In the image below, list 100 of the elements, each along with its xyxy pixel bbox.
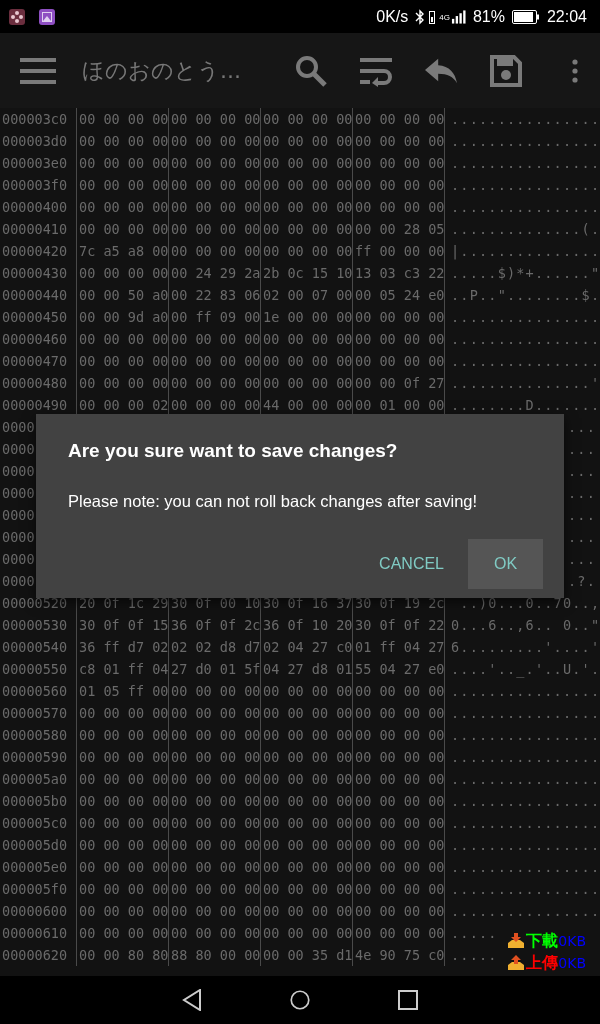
battery-percent: 81% [472, 7, 505, 26]
offset-cell: 00000490 [2, 397, 68, 413]
hex-cell: 00 00 00 00 [263, 111, 353, 127]
hex-cell: 00 00 00 00 [355, 331, 445, 347]
ascii-cell: ................ [451, 903, 600, 919]
hex-cell: 00 00 00 00 [263, 133, 353, 149]
battery-icon [511, 9, 540, 24]
offset-cell: 00000420 [2, 243, 68, 259]
offset-cell: 00000540 [2, 639, 68, 655]
ascii-cell: ................ [451, 683, 600, 699]
ascii-cell: ................ [451, 749, 600, 765]
hex-cell: 00 00 00 00 [79, 837, 169, 853]
recents-icon[interactable] [398, 989, 418, 1011]
hex-cell: 00 01 00 00 [355, 397, 445, 413]
hex-cell: 00 00 00 00 [79, 859, 169, 875]
ok-button[interactable]: OK [468, 539, 543, 589]
hex-cell: ff 00 00 00 [355, 243, 445, 259]
ascii-cell: ... [568, 551, 596, 567]
hex-cell: 00 00 00 00 [79, 749, 169, 765]
hex-cell: 36 0f 10 20 [263, 617, 353, 633]
offset-cell: 00000610 [2, 925, 68, 941]
hex-cell: 00 00 00 00 [171, 881, 261, 897]
hex-cell: 00 00 00 00 [171, 177, 261, 193]
small-battery-icon [429, 9, 436, 24]
hex-cell: 00 ff 09 00 [171, 309, 261, 325]
hex-cell: 00 00 00 00 [79, 727, 169, 743]
image-app-icon [39, 8, 55, 25]
ascii-cell: ..P.."........$. [451, 287, 600, 303]
hex-cell: 00 00 00 00 [355, 309, 445, 325]
hex-cell: 30 0f 16 37 [263, 595, 353, 611]
transfer-amount: 0KB [558, 933, 586, 949]
hex-cell: 00 00 00 00 [263, 881, 353, 897]
offset-cell: 00000410 [2, 221, 68, 237]
transfer-label: 下載 [526, 930, 559, 952]
menu-icon[interactable] [20, 57, 56, 84]
hex-cell: 1e 00 00 00 [263, 309, 353, 325]
hex-cell: 00 00 0f 27 [355, 375, 445, 391]
hex-cell: 00 00 00 00 [171, 353, 261, 369]
hex-cell: 7c a5 a8 00 [79, 243, 169, 259]
offset-cell: 0000 [2, 441, 35, 457]
hex-cell: 00 00 00 00 [263, 375, 353, 391]
hex-cell: 00 00 00 00 [171, 815, 261, 831]
hex-cell: 00 00 00 00 [79, 155, 169, 171]
hex-cell: 00 00 00 00 [263, 243, 353, 259]
offset-cell: 00000450 [2, 309, 68, 325]
ascii-cell-text: ..)0...0..70.., [459, 595, 600, 611]
hex-cell: 27 d0 01 5f [171, 661, 261, 677]
signal-icon [450, 9, 466, 24]
hex-cell: 00 00 00 00 [355, 903, 445, 919]
hex-cell: 00 00 00 00 [355, 353, 445, 369]
search-icon[interactable] [295, 54, 327, 87]
hex-cell: 00 00 00 00 [263, 683, 353, 699]
hex-cell: 30 0f 00 10 [171, 595, 261, 611]
transfer-label: 上傳 [526, 952, 559, 974]
ascii-cell: ................ [451, 815, 600, 831]
offset-cell: 00000550 [2, 661, 68, 677]
cancel-button[interactable]: CANCEL [375, 539, 448, 589]
ascii-cell: ... [568, 441, 596, 457]
hex-cell: 36 0f 0f 2c [171, 617, 261, 633]
hex-cell: 00 00 00 00 [263, 353, 353, 369]
offset-cell: 000005c0 [2, 815, 68, 831]
offset-cell: 0000 [2, 463, 35, 479]
hex-cell: 20 0f 1c 29 [79, 595, 169, 611]
hex-cell: 88 80 00 00 [171, 947, 261, 963]
ascii-cell: 6.........'....' [451, 639, 600, 655]
ascii-cell: ... [568, 507, 596, 523]
ascii-cell: .....$)*+......" [451, 265, 600, 281]
ascii-cell: ................ [451, 111, 600, 127]
hex-cell: 36 ff d7 02 [79, 639, 169, 655]
ascii-cell: ................ [451, 331, 600, 347]
offset-cell: 000005d0 [2, 837, 68, 853]
offset-cell: 00000480 [2, 375, 68, 391]
hex-cell: 00 00 00 00 [355, 925, 445, 941]
hex-cell: 00 00 28 05 [355, 221, 445, 237]
offset-cell: 000005a0 [2, 771, 68, 787]
offset-cell: 00000570 [2, 705, 68, 721]
ascii-cell: ................ [451, 309, 600, 325]
hex-cell: 00 00 00 00 [355, 815, 445, 831]
offset-cell: 000005b0 [2, 793, 68, 809]
offset-cell: 000003c0 [2, 111, 68, 127]
network-speed: 0K/s [376, 7, 409, 26]
offset-cell: 000005e0 [2, 859, 68, 875]
save-icon[interactable] [490, 54, 522, 87]
offset-cell: 0000 [2, 529, 35, 545]
hex-cell: 00 00 00 00 [355, 111, 445, 127]
hex-cell: 00 00 00 00 [263, 331, 353, 347]
home-icon[interactable] [290, 989, 310, 1011]
hex-cell: 00 00 00 00 [171, 221, 261, 237]
offset-cell: 00000460 [2, 331, 68, 347]
ascii-cell: 0...6..,6.. 0.." [451, 617, 600, 633]
hex-cell: 00 00 00 00 [355, 837, 445, 853]
hex-cell: 00 00 00 00 [79, 903, 169, 919]
ascii-cell: ................ [451, 353, 600, 369]
offset-cell: 00000400 [2, 199, 68, 215]
hex-cell: 00 00 00 00 [263, 727, 353, 743]
hex-cell: 00 00 00 00 [171, 727, 261, 743]
back-icon[interactable] [182, 989, 202, 1011]
hex-cell: 00 00 00 00 [79, 221, 169, 237]
more-options-icon[interactable] [572, 58, 578, 83]
hex-cell: 00 00 00 00 [79, 199, 169, 215]
